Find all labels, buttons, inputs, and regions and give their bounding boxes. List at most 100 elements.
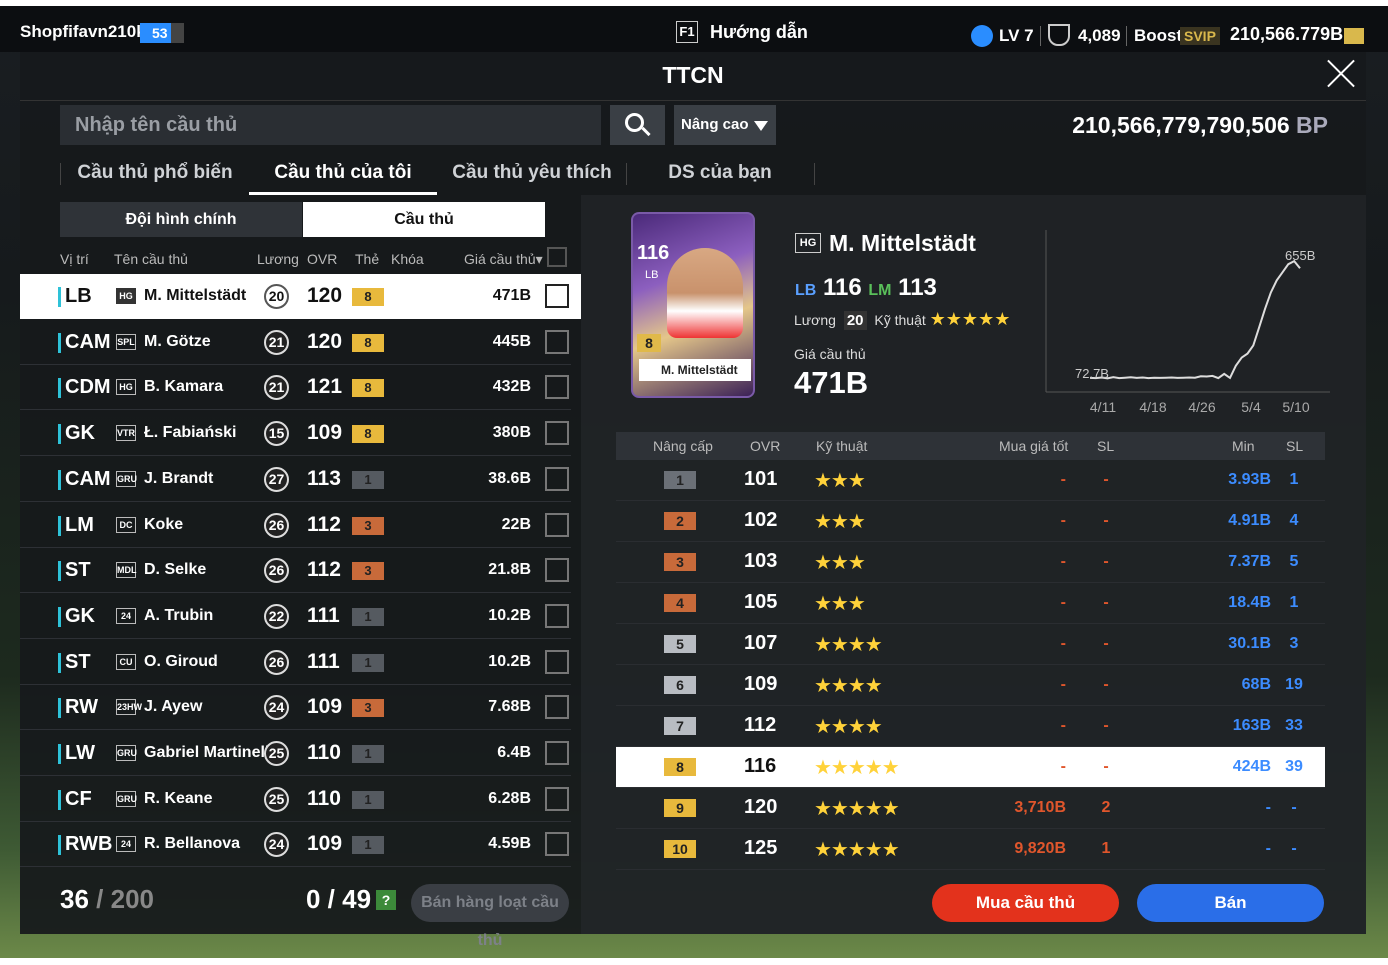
player-row[interactable]: GK 24 A. Trubin 22 111 1 10.2B (20, 594, 571, 639)
player-row[interactable]: ST CU O. Giroud 26 111 1 10.2B (20, 640, 571, 685)
player-count-max: / 200 (96, 884, 154, 914)
club-badge-icon: DC (116, 516, 136, 533)
tab-my-list[interactable]: DS của bạn (650, 155, 790, 195)
upgrade-row[interactable]: 6 109 ★★★★ - - 68B 19 (616, 665, 1325, 706)
upgrade-best-buy: - (1060, 717, 1066, 734)
tab-favorites[interactable]: Cầu thủ yêu thích (450, 155, 614, 195)
card-position: LB (645, 269, 659, 281)
upgrade-min-qty: - (1291, 799, 1297, 816)
wage-badge: 15 (264, 421, 289, 447)
player-row[interactable]: CDM HG B. Kamara 21 121 8 432B (20, 365, 571, 411)
wage-badge: 26 (264, 649, 289, 675)
sell-button[interactable]: Bán (1137, 884, 1324, 922)
select-checkbox[interactable] (545, 284, 569, 308)
select-checkbox[interactable] (545, 375, 569, 400)
club-badge-icon: HG (795, 233, 821, 253)
player-row[interactable]: RW 23HW J. Ayew 24 109 3 7.68B (20, 685, 571, 731)
player-position: ST (65, 559, 91, 582)
upgrade-row[interactable]: 10 125 ★★★★★ 9,820B 1 - - (616, 829, 1325, 870)
chart-x-tick: 4/18 (1139, 399, 1166, 415)
header-price[interactable]: Giá cầu thủ▾ (464, 251, 543, 268)
position-marker (58, 835, 61, 856)
player-row[interactable]: CAM SPL M. Götze 21 120 8 445B (20, 320, 571, 365)
upgrade-best-buy: - (1060, 594, 1066, 611)
bulk-sell-button[interactable]: Bán hàng loạt cầu thủ (411, 884, 569, 949)
player-price: 6.4B (497, 744, 531, 761)
select-checkbox[interactable] (545, 512, 569, 537)
select-checkbox[interactable] (545, 649, 569, 674)
player-ovr: 113 (307, 466, 341, 490)
skill-label: Kỹ thuật (874, 312, 926, 328)
player-row[interactable]: LB HG M. Mittelstädt 20 120 8 471B (20, 274, 581, 319)
subtab-main-squad[interactable]: Đội hình chính (60, 202, 302, 237)
select-checkbox[interactable] (545, 695, 569, 720)
select-checkbox[interactable] (545, 329, 569, 354)
advanced-filter-dropdown[interactable]: Nâng cao (674, 105, 776, 145)
card-level-badge: 3 (352, 516, 384, 535)
upgrade-ovr: 102 (744, 509, 778, 531)
player-row[interactable]: CAM GRU J. Brandt 27 113 1 38.6B (20, 457, 571, 502)
player-position: CAM (65, 330, 111, 353)
player-price: 6.28B (488, 789, 531, 807)
player-ovr: 109 (307, 421, 343, 445)
select-checkbox[interactable] (545, 466, 569, 491)
upgrade-min-qty: 1 (1289, 471, 1299, 488)
select-checkbox[interactable] (545, 741, 569, 765)
upgrade-min-qty: 39 (1285, 758, 1303, 775)
select-checkbox[interactable] (545, 786, 569, 811)
player-row[interactable]: LW GRU Gabriel Martinelli 25 110 1 6.4B (20, 731, 571, 776)
search-input[interactable] (60, 105, 601, 145)
upgrade-buy-qty: - (1103, 676, 1109, 693)
chart-x-tick: 5/4 (1241, 399, 1261, 415)
player-row[interactable]: RWB 24 R. Bellanova 24 109 1 4.59B (20, 822, 571, 868)
select-checkbox[interactable] (545, 603, 569, 628)
header-ovr[interactable]: OVR (307, 251, 337, 267)
header-card[interactable]: Thẻ (355, 251, 379, 267)
upgrade-row[interactable]: 5 107 ★★★★ - - 30.1B 3 (616, 624, 1325, 665)
search-button[interactable] (610, 105, 665, 145)
upgrade-header-level: Nâng cấp (653, 438, 713, 454)
player-price: 432B (492, 378, 531, 396)
upgrade-row[interactable]: 1 101 ★★★ - - 3.93B 1 (616, 460, 1325, 501)
select-checkbox[interactable] (545, 832, 569, 857)
player-price: 4.59B (488, 835, 531, 853)
price-history-chart: 655B 72.7B 4/11 4/18 4/26 5/4 5/10 (1045, 230, 1330, 415)
tab-bar: Cầu thủ phổ biến Cầu thủ của tôi Cầu thủ… (60, 155, 820, 195)
player-row[interactable]: ST MDL D. Selke 26 112 3 21.8B (20, 548, 571, 594)
upgrade-row[interactable]: 3 103 ★★★ - - 7.37B 5 (616, 542, 1325, 583)
player-row[interactable]: CF GRU R. Keane 25 110 1 6.28B (20, 777, 571, 822)
upgrade-row[interactable]: 8 116 ★★★★★ - - 424B 39 (616, 747, 1325, 788)
upgrade-best-buy: - (1060, 676, 1066, 693)
help-key-icon[interactable]: F1 (676, 21, 698, 43)
select-checkbox[interactable] (545, 421, 569, 446)
select-checkbox[interactable] (545, 558, 569, 583)
boost-label[interactable]: Boost (1134, 26, 1182, 46)
position-marker (58, 698, 61, 719)
header-wage[interactable]: Lương (257, 251, 299, 267)
upgrade-buy-qty: - (1103, 758, 1109, 775)
tab-my-players[interactable]: Cầu thủ của tôi (249, 155, 437, 195)
upgrade-level-badge: 3 (664, 553, 696, 571)
upgrade-row[interactable]: 4 105 ★★★ - - 18.4B 1 (616, 583, 1325, 624)
help-question-icon[interactable]: ? (376, 890, 396, 910)
help-button[interactable]: Hướng dẫn (710, 22, 808, 43)
tab-popular[interactable]: Cầu thủ phổ biến (70, 155, 240, 195)
header-name[interactable]: Tên cầu thủ (114, 251, 188, 267)
buy-player-button[interactable]: Mua cầu thủ (932, 884, 1119, 922)
player-row[interactable]: GK VTR Ł. Fabiański 15 109 8 380B (20, 411, 571, 457)
player-name: A. Trubin (144, 606, 214, 624)
select-all-checkbox[interactable] (547, 247, 567, 267)
upgrade-row[interactable]: 9 120 ★★★★★ 3,710B 2 - - (616, 788, 1325, 829)
position-marker (58, 744, 61, 764)
player-position: GK (65, 422, 95, 445)
wage-badge: 21 (264, 375, 289, 401)
subtab-players[interactable]: Cầu thủ (303, 202, 545, 237)
upgrade-row[interactable]: 7 112 ★★★★ - - 163B 33 (616, 706, 1325, 747)
upgrade-row[interactable]: 2 102 ★★★ - - 4.91B 4 (616, 501, 1325, 542)
upgrade-level-badge: 7 (664, 717, 696, 735)
player-row[interactable]: LM DC Koke 26 112 3 22B (20, 503, 571, 548)
upgrade-buy-qty: - (1103, 594, 1109, 611)
player-photo (667, 248, 743, 338)
close-icon[interactable] (1326, 58, 1356, 88)
upgrade-stars: ★★★ (814, 552, 866, 574)
